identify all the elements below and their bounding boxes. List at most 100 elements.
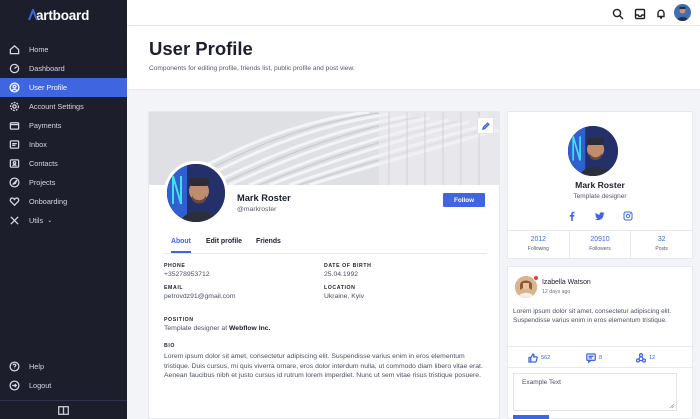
sidebar-item-label: Logout	[29, 381, 52, 390]
comment-button[interactable]: 8	[586, 353, 602, 363]
inbox-icon	[9, 139, 20, 150]
facebook-icon[interactable]	[567, 208, 577, 221]
location-value: Ukraine, Kyiv	[324, 293, 365, 300]
sidebar-item-user-profile[interactable]: User Profile	[0, 78, 127, 97]
stat-followers[interactable]: 20910 Followers	[570, 231, 632, 259]
bio-text: Lorem ipsum dolor sit amet, consectetur …	[164, 353, 483, 379]
page-header: User Profile Components for editing prof…	[127, 26, 700, 90]
stat-label: Posts	[655, 246, 668, 252]
like-button[interactable]: 562	[528, 353, 550, 363]
location-label: LOCATION	[324, 285, 356, 291]
search-icon[interactable]	[612, 7, 624, 20]
public-profile-name: Mark Roster	[575, 180, 625, 190]
user-avatar[interactable]	[674, 4, 691, 21]
sidebar-item-label: Dashboard	[29, 64, 65, 73]
sidebar-item-contacts[interactable]: Contacts	[0, 154, 127, 173]
logout-icon	[9, 380, 20, 391]
bell-icon[interactable]	[655, 7, 667, 19]
contacts-icon	[9, 158, 20, 169]
social-links	[567, 208, 633, 221]
sidebar-collapse-toggle[interactable]	[0, 400, 127, 419]
user-icon	[9, 82, 20, 93]
topbar	[127, 0, 700, 26]
sidebar-item-label: Home	[29, 45, 49, 54]
logo[interactable]: artboard	[28, 8, 90, 23]
heart-icon	[9, 196, 20, 207]
public-profile-avatar[interactable]	[568, 126, 618, 176]
dob-value: 25.04.1992	[324, 271, 359, 278]
position-label: POSITION	[164, 317, 194, 323]
sidebar-item-inbox[interactable]: Inbox	[0, 135, 127, 154]
position-value: Template designer at Webflow Inc.	[164, 325, 270, 332]
resize-handle-icon[interactable]	[669, 403, 674, 408]
position-text: Template designer at	[164, 325, 229, 332]
sidebar-item-logout[interactable]: Logout	[0, 376, 127, 395]
bio-label: BIO	[164, 343, 176, 349]
rocket-icon	[9, 177, 20, 188]
sidebar-item-help[interactable]: Help	[0, 357, 127, 376]
post-actions: 562 8 12	[508, 346, 692, 368]
sidebar-item-label: User Profile	[29, 83, 68, 92]
post-body: Lorem ipsum dolor sit amet, consectetur …	[513, 308, 672, 325]
comment-count: 8	[599, 355, 603, 361]
stat-value: 2012	[530, 236, 546, 243]
inbox-tray-icon[interactable]	[634, 7, 646, 20]
sidebar-item-account-settings[interactable]: Account Settings	[0, 97, 127, 116]
like-count: 562	[541, 355, 551, 361]
profile-stats: 2012 Following 20910 Followers 32 Posts	[508, 230, 692, 259]
pencil-icon	[481, 121, 490, 130]
position-company: Webflow Inc.	[229, 325, 271, 332]
sidebar-item-label: Account Settings	[29, 102, 84, 111]
sidebar-nav: Home Dashboard User Profile Account Sett…	[0, 40, 127, 230]
public-profile-role: Template designer	[573, 193, 627, 200]
sidebar-item-payments[interactable]: Payments	[0, 116, 127, 135]
sidebar-item-label: Onboarding	[29, 197, 68, 206]
tab-about[interactable]: About	[171, 238, 191, 253]
comment-input[interactable]: Example Text	[513, 373, 677, 411]
profile-avatar[interactable]	[164, 161, 228, 225]
stat-following[interactable]: 2012 Following	[508, 231, 570, 259]
post-card: Izabella Watson 12 days ago Lorem ipsum …	[507, 266, 693, 419]
post-comment-button[interactable]	[513, 415, 549, 419]
stat-label: Following	[527, 246, 549, 252]
stat-posts[interactable]: 32 Posts	[631, 231, 692, 259]
sidebar-item-projects[interactable]: Projects	[0, 173, 127, 192]
follow-button[interactable]: Follow	[443, 193, 485, 207]
logo-text: artboard	[36, 8, 90, 23]
post-author-name[interactable]: Izabella Watson	[542, 279, 591, 286]
sidebar-item-label: Projects	[29, 178, 56, 187]
dashboard-icon	[9, 63, 20, 74]
help-icon	[9, 361, 20, 372]
chevron-down-icon: ⌄	[47, 218, 53, 224]
sidebar-item-home[interactable]: Home	[0, 40, 127, 59]
profile-handle: @markroster	[237, 206, 277, 213]
profile-name: Mark Roster	[237, 193, 291, 203]
tab-edit-profile[interactable]: Edit profile	[206, 238, 242, 251]
sidebar-item-dashboard[interactable]: Dashboard	[0, 59, 127, 78]
sidebar-item-label: Inbox	[29, 140, 47, 149]
instagram-icon[interactable]	[623, 208, 633, 221]
tab-friends[interactable]: Friends	[256, 238, 281, 251]
comment-icon	[586, 353, 596, 363]
sidebar-item-onboarding[interactable]: Onboarding	[0, 192, 127, 211]
share-button[interactable]: 12	[636, 353, 655, 363]
gear-icon	[9, 101, 20, 112]
thumbs-up-icon	[528, 353, 538, 363]
twitter-icon[interactable]	[595, 208, 605, 221]
edit-cover-button[interactable]	[477, 117, 494, 134]
logo-mark-icon	[28, 9, 38, 21]
stat-value: 20910	[590, 236, 610, 243]
phone-label: PHONE	[164, 263, 186, 269]
share-icon	[636, 353, 646, 363]
profile-tabs: About Edit profile Friends	[164, 236, 487, 254]
sidebar-item-utils[interactable]: Utils ⌄	[0, 211, 127, 230]
dob-label: DATE OF BIRTH	[324, 263, 372, 269]
sidebar-item-label: Utils	[29, 216, 44, 225]
tools-icon	[9, 215, 20, 226]
stat-label: Followers	[589, 246, 611, 252]
share-count: 12	[649, 355, 656, 361]
sidebar: artboard Home Dashboard User Profile Acc…	[0, 0, 127, 419]
sidebar-item-label: Contacts	[29, 159, 58, 168]
comment-placeholder: Example Text	[522, 379, 561, 386]
home-icon	[9, 44, 20, 55]
